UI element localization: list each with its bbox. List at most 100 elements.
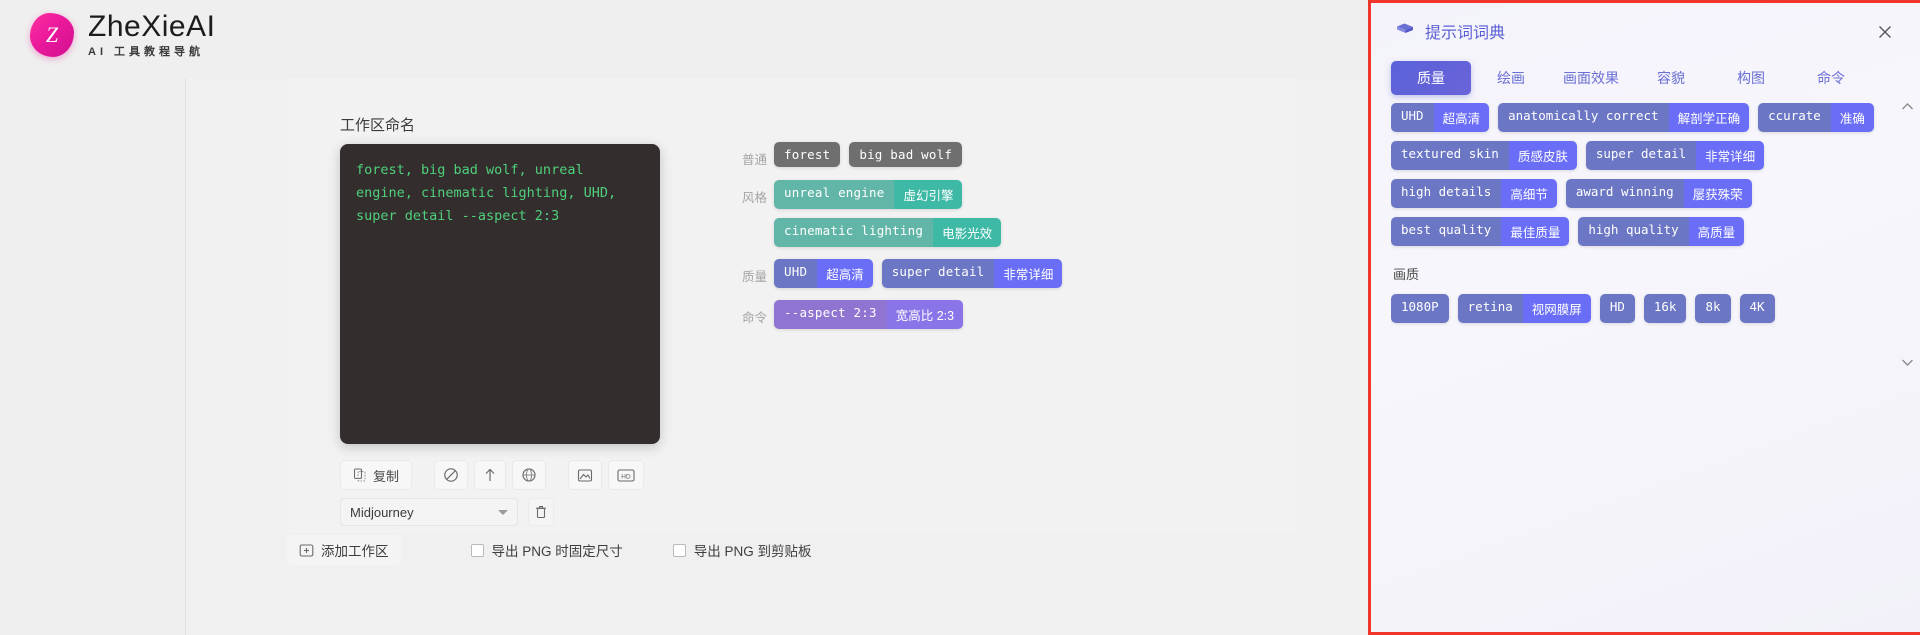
checkbox-clipboard[interactable]: 导出 PNG 到剪贴板: [672, 540, 812, 560]
dictionary-tab-4[interactable]: 构图: [1711, 61, 1791, 95]
prompt-tag[interactable]: big bad wolf: [849, 142, 963, 167]
trash-icon: [536, 506, 546, 519]
dictionary-header: 提示词词典: [1395, 19, 1505, 43]
prompt-tag-cn: 虚幻引擎: [894, 180, 963, 209]
add-workspace-button[interactable]: 添加工作区: [287, 535, 401, 565]
checkbox-fixed-size-box[interactable]: [470, 543, 484, 557]
tag-row: 质量 UHD 超高清 super detail 非常详细: [742, 259, 1172, 288]
dictionary-tag-list: 1080P retina 视网膜屏 HD 16k 8k 4K: [1391, 294, 1892, 323]
dictionary-tag[interactable]: ccurate 准确: [1758, 103, 1874, 132]
hd-button[interactable]: HD: [608, 460, 645, 490]
prompt-tag[interactable]: forest: [774, 142, 841, 167]
move-up-button[interactable]: [474, 460, 507, 490]
dictionary-tag-cn: 最佳质量: [1501, 217, 1570, 246]
dictionary-tab-5[interactable]: 命令: [1791, 61, 1871, 95]
dictionary-tabs: 质量 绘画 画面效果 容貌 构图 命令: [1391, 61, 1900, 95]
dictionary-tag[interactable]: high quality 高质量: [1578, 217, 1745, 246]
prompt-tag[interactable]: unreal engine 虚幻引擎: [774, 180, 963, 209]
dictionary-tab-3[interactable]: 容貌: [1631, 61, 1711, 95]
dictionary-tag-en: best quality: [1391, 217, 1502, 246]
workspace-name-label: 工作区命名: [340, 117, 416, 134]
prompt-tag-en: cinematic lighting: [774, 218, 934, 247]
tag-row-tags: UHD 超高清 super detail 非常详细: [774, 259, 1063, 288]
logo-letter: Z: [45, 22, 59, 47]
clipboard-icon: [353, 468, 366, 482]
prompt-tag-en: super detail: [881, 259, 995, 288]
shuffle-button[interactable]: [512, 460, 547, 490]
delete-workspace-button[interactable]: [528, 498, 554, 526]
dictionary-tab-0[interactable]: 质量: [1391, 61, 1471, 95]
tag-row: 风格 unreal engine 虚幻引擎 cinematic lighting 电影光…: [742, 180, 1172, 247]
prompt-tag[interactable]: cinematic lighting 电影光效: [774, 218, 1002, 247]
dictionary-tag[interactable]: 16k: [1643, 294, 1687, 323]
dictionary-tag-list: UHD 超高清 anatomically correct 解剖学正确 ccurate 准确…: [1391, 103, 1892, 246]
dictionary-tag[interactable]: best quality 最佳质量: [1391, 217, 1570, 246]
dictionary-tab-1[interactable]: 绘画: [1471, 61, 1551, 95]
dictionary-tag-cn: 屡获殊荣: [1683, 179, 1752, 208]
prompt-dictionary-panel: 提示词词典 质量 绘画 画面效果 容貌 构图 命令 UHD 超高清 anatomically …: [1368, 0, 1920, 635]
dictionary-tag[interactable]: 4K: [1739, 294, 1775, 323]
brand-text: ZheXieAI AI 工具教程导航: [88, 12, 215, 58]
dictionary-tag-en: high details: [1391, 179, 1502, 208]
image-icon: [577, 468, 593, 482]
checkbox-clipboard-box[interactable]: [672, 543, 686, 557]
prompt-tag-en: UHD: [774, 259, 818, 288]
dictionary-tab-2[interactable]: 画面效果: [1551, 61, 1631, 95]
dictionary-tag-cn: 解剖学正确: [1668, 103, 1750, 132]
dictionary-tag[interactable]: high details 高细节: [1391, 179, 1557, 208]
dictionary-tag[interactable]: anatomically correct 解剖学正确: [1498, 103, 1750, 132]
dictionary-tag[interactable]: award winning 屡获殊荣: [1565, 179, 1752, 208]
prompt-tag-en: --aspect 2:3: [774, 300, 887, 329]
tag-row-tags: unreal engine 虚幻引擎 cinematic lighting 电影光效: [774, 180, 1172, 247]
dictionary-tag-cn: 高细节: [1501, 179, 1557, 208]
book-icon: [1397, 23, 1413, 33]
dictionary-tag[interactable]: super detail 非常详细: [1585, 141, 1765, 170]
tag-row-label: 风格: [742, 191, 768, 205]
dictionary-tag-en: HD: [1599, 294, 1635, 323]
dictionary-tag[interactable]: HD: [1599, 294, 1635, 323]
model-select[interactable]: Midjourney: [340, 498, 518, 526]
svg-text:HD: HD: [621, 473, 631, 480]
prompt-tag-en: big bad wolf: [849, 142, 963, 167]
dictionary-tag-en: high quality: [1578, 217, 1689, 246]
prompt-tag[interactable]: super detail 非常详细: [881, 259, 1063, 288]
dictionary-tag-cn: 高质量: [1688, 217, 1745, 246]
prompt-tag-cn: 超高清: [817, 259, 873, 288]
dictionary-tag-cn: 质感皮肤: [1508, 141, 1577, 170]
add-square-icon: [299, 543, 314, 557]
chevron-down-icon: [1902, 359, 1913, 366]
dictionary-tag[interactable]: UHD 超高清: [1391, 103, 1490, 132]
prompt-tag-en: unreal engine: [774, 180, 895, 209]
scroll-down-button[interactable]: [1901, 355, 1914, 370]
dictionary-tag-en: 4K: [1739, 294, 1775, 323]
prompt-tag[interactable]: UHD 超高清: [774, 259, 873, 288]
checkbox-fixed-size-label: 导出 PNG 时固定尺寸: [491, 544, 623, 559]
dictionary-section-title: 画质: [1393, 267, 1420, 282]
dictionary-tag[interactable]: 1080P: [1391, 294, 1449, 323]
globe-icon: [522, 468, 536, 482]
dictionary-tag[interactable]: textured skin 质感皮肤: [1391, 141, 1577, 170]
prompt-textarea[interactable]: forest, big bad wolf, unreal engine, cin…: [340, 144, 660, 444]
checkbox-fixed-size[interactable]: 导出 PNG 时固定尺寸: [470, 540, 623, 560]
dictionary-tag-cn: 视网膜屏: [1522, 294, 1591, 323]
insert-image-button[interactable]: [568, 460, 603, 490]
dictionary-tag-en: super detail: [1585, 141, 1697, 170]
brand-tagline: AI 工具教程导航: [88, 46, 205, 58]
dictionary-tag-en: award winning: [1565, 179, 1684, 208]
disable-button[interactable]: [434, 460, 469, 490]
scroll-up-button[interactable]: [1901, 99, 1914, 114]
dictionary-tag[interactable]: 8k: [1695, 294, 1731, 323]
copy-button[interactable]: 复制: [340, 460, 413, 490]
brand-logo[interactable]: Z ZheXieAI AI 工具教程导航: [30, 12, 215, 58]
prompt-toolbar: 复制 HD: [340, 460, 645, 490]
ban-icon: [444, 468, 458, 482]
dictionary-tag-cn: 非常详细: [1696, 141, 1765, 170]
dictionary-close-button[interactable]: [1874, 21, 1896, 43]
prompt-tag-cn: 电影光效: [933, 218, 1002, 247]
dictionary-tag[interactable]: retina 视网膜屏: [1457, 294, 1591, 323]
dictionary-tag-cn: 超高清: [1433, 103, 1490, 132]
prompt-tag[interactable]: --aspect 2:3 宽高比 2:3: [774, 300, 964, 329]
tag-row: 普通 forest big bad wolf: [742, 142, 1172, 168]
checkbox-clipboard-label: 导出 PNG 到剪贴板: [693, 544, 812, 559]
model-select-value: Midjourney: [350, 504, 414, 520]
